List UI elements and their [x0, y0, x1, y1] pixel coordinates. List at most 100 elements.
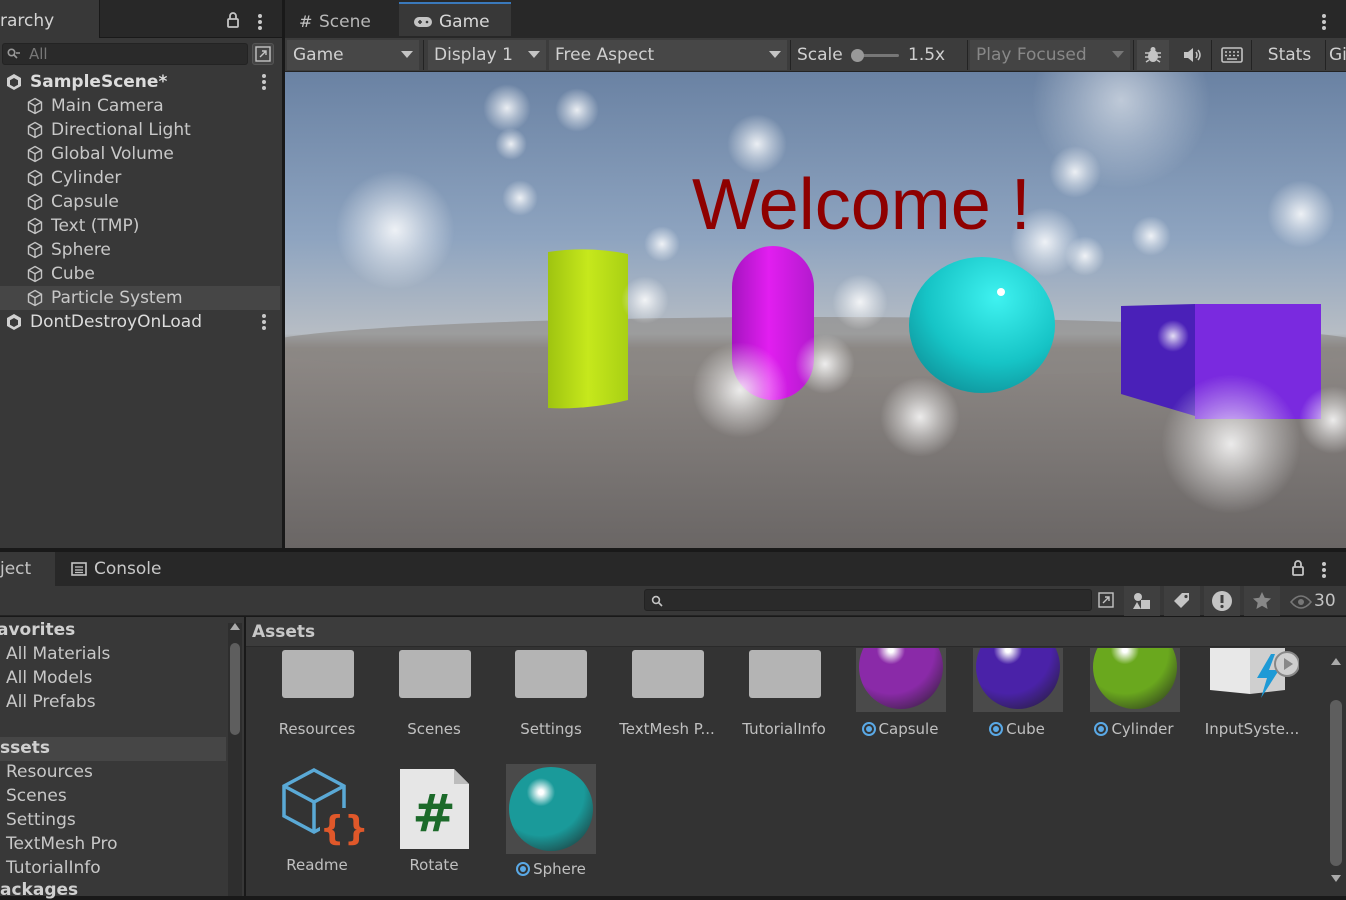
stats-button[interactable]: Stats	[1253, 40, 1326, 70]
hierarchy-item-label: Cylinder	[51, 168, 122, 188]
scale-slider[interactable]	[851, 49, 899, 62]
hierarchy-item[interactable]: Capsule	[0, 190, 280, 214]
hierarchy-item[interactable]: Sphere	[0, 238, 280, 262]
scroll-up-arrow[interactable]	[230, 623, 240, 630]
project-menu-icon[interactable]	[1322, 562, 1326, 580]
lock-icon[interactable]	[226, 12, 240, 28]
hierarchy-menu-icon[interactable]	[258, 14, 262, 32]
shortcuts-toggle[interactable]	[1215, 40, 1249, 70]
toolbar-divider	[967, 40, 968, 70]
hierarchy-item-label: Directional Light	[51, 120, 191, 140]
hierarchy-item[interactable]: Particle System	[0, 286, 280, 310]
scroll-up-arrow[interactable]	[1331, 658, 1341, 665]
packages-header[interactable]: ackages	[0, 880, 78, 900]
ddol-row[interactable]: DontDestroyOnLoad	[0, 310, 280, 334]
hierarchy-item-label: Text (TMP)	[51, 216, 140, 236]
project-search-input[interactable]	[644, 589, 1092, 611]
asset-label: Scenes	[407, 720, 461, 738]
hierarchy-item[interactable]: Text (TMP)	[0, 214, 280, 238]
play-mode-value: Play Focused	[976, 45, 1087, 65]
favorites-item[interactable]: All Materials	[6, 644, 110, 664]
tab-console-label: Console	[94, 559, 162, 579]
display-dropdown[interactable]: Display 1	[428, 40, 546, 70]
tab-game[interactable]: Game	[399, 2, 511, 36]
tab-scene[interactable]: # Scene	[295, 4, 395, 38]
filter-by-type-button[interactable]	[1124, 586, 1160, 616]
favorites-item[interactable]: All Models	[6, 668, 92, 688]
star-icon	[1253, 592, 1271, 609]
game-view-menu-icon[interactable]	[1322, 14, 1326, 32]
tab-game-label: Game	[439, 12, 490, 32]
view-select-value: Game	[293, 45, 344, 65]
unity-scene-icon	[7, 74, 21, 90]
asset-label: TextMesh P...	[619, 720, 715, 738]
asset-folder-item[interactable]: Settings	[6, 810, 76, 830]
gamepad-icon	[414, 17, 432, 27]
play-mode-dropdown[interactable]: Play Focused	[970, 40, 1130, 70]
material-preview-icon	[506, 764, 596, 854]
debug-toggle[interactable]	[1137, 40, 1169, 70]
mute-audio-toggle[interactable]	[1177, 40, 1207, 70]
hierarchy-item[interactable]: Cube	[0, 262, 280, 286]
hierarchy-item[interactable]: Global Volume	[0, 142, 280, 166]
gizmos-button[interactable]: Giz	[1329, 40, 1346, 70]
hierarchy-item-label: Main Camera	[51, 96, 164, 116]
sphere-object	[909, 257, 1055, 393]
filter-by-log-button[interactable]	[1204, 586, 1240, 616]
material-preview-icon	[973, 648, 1063, 712]
gameobject-cube-icon	[27, 193, 43, 211]
hierarchy-item[interactable]: Main Camera	[0, 94, 280, 118]
ddol-menu-icon[interactable]	[262, 314, 266, 332]
tree-scrollbar[interactable]	[228, 623, 242, 896]
lock-icon[interactable]	[1291, 560, 1305, 576]
asset-folder-item[interactable]: Scenes	[6, 786, 67, 806]
search-by-type-icon[interactable]	[1096, 590, 1118, 612]
hierarchy-tab[interactable]: rarchy	[0, 0, 100, 38]
hidden-count: 30	[1314, 591, 1336, 611]
view-select-dropdown[interactable]: Game	[287, 40, 419, 70]
display-value: Display 1	[434, 45, 513, 65]
project-toolbar: 30	[0, 586, 1346, 616]
hierarchy-search-input[interactable]: All	[2, 43, 248, 65]
project-assets-panel: Assets Resources Scenes Settings TextMes…	[246, 617, 1346, 896]
save-search-button[interactable]	[1244, 586, 1280, 616]
asset-folder-item[interactable]: TextMesh Pro	[6, 834, 118, 854]
scale-value: 1.5x	[908, 45, 946, 65]
filter-by-label-button[interactable]	[1164, 586, 1200, 616]
tab-project[interactable]: ject	[0, 552, 55, 586]
asset-folder-item[interactable]: TutorialInfo	[6, 858, 101, 878]
material-badge-icon	[861, 722, 876, 736]
hierarchy-item[interactable]: Directional Light	[0, 118, 280, 142]
scene-root-row[interactable]: SampleScene*	[0, 70, 280, 94]
project-tab-bar: ject Console	[0, 552, 1346, 586]
view-tab-bar: # Scene Game	[285, 0, 1346, 38]
scroll-down-arrow[interactable]	[1331, 875, 1341, 882]
game-viewport[interactable]: Welcome !	[285, 72, 1346, 548]
breadcrumb[interactable]: Assets	[246, 617, 1346, 647]
gameobject-cube-icon	[27, 145, 43, 163]
toolbar-divider	[1251, 40, 1252, 70]
tab-console[interactable]: Console	[64, 552, 184, 586]
game-render: Welcome !	[285, 72, 1346, 548]
asset-folder-item[interactable]: Resources	[6, 762, 93, 782]
scroll-thumb[interactable]	[230, 643, 240, 735]
toolbar-divider	[1211, 40, 1212, 70]
scene-menu-icon[interactable]	[262, 74, 266, 92]
favorites-item[interactable]: All Prefabs	[6, 692, 96, 712]
favorites-header[interactable]: avorites	[0, 620, 75, 640]
scroll-thumb[interactable]	[1330, 700, 1342, 866]
asset-grid-scrollbar[interactable]	[1326, 648, 1346, 896]
tab-project-label: ject	[0, 559, 32, 579]
scale-slider-handle[interactable]	[851, 49, 864, 62]
chevron-down-icon	[401, 51, 413, 58]
toolbar-divider	[1325, 40, 1326, 70]
hierarchy-item[interactable]: Cylinder	[0, 166, 280, 190]
aspect-dropdown[interactable]: Free Aspect	[549, 40, 787, 70]
material-badge-icon	[516, 862, 531, 876]
assets-header[interactable]: ssets	[0, 738, 50, 758]
asset-label: Resources	[278, 720, 356, 738]
hierarchy-item-label: Sphere	[51, 240, 111, 260]
search-by-type-icon[interactable]	[252, 43, 274, 65]
search-icon	[7, 48, 20, 59]
toolbar-divider	[1133, 40, 1134, 70]
